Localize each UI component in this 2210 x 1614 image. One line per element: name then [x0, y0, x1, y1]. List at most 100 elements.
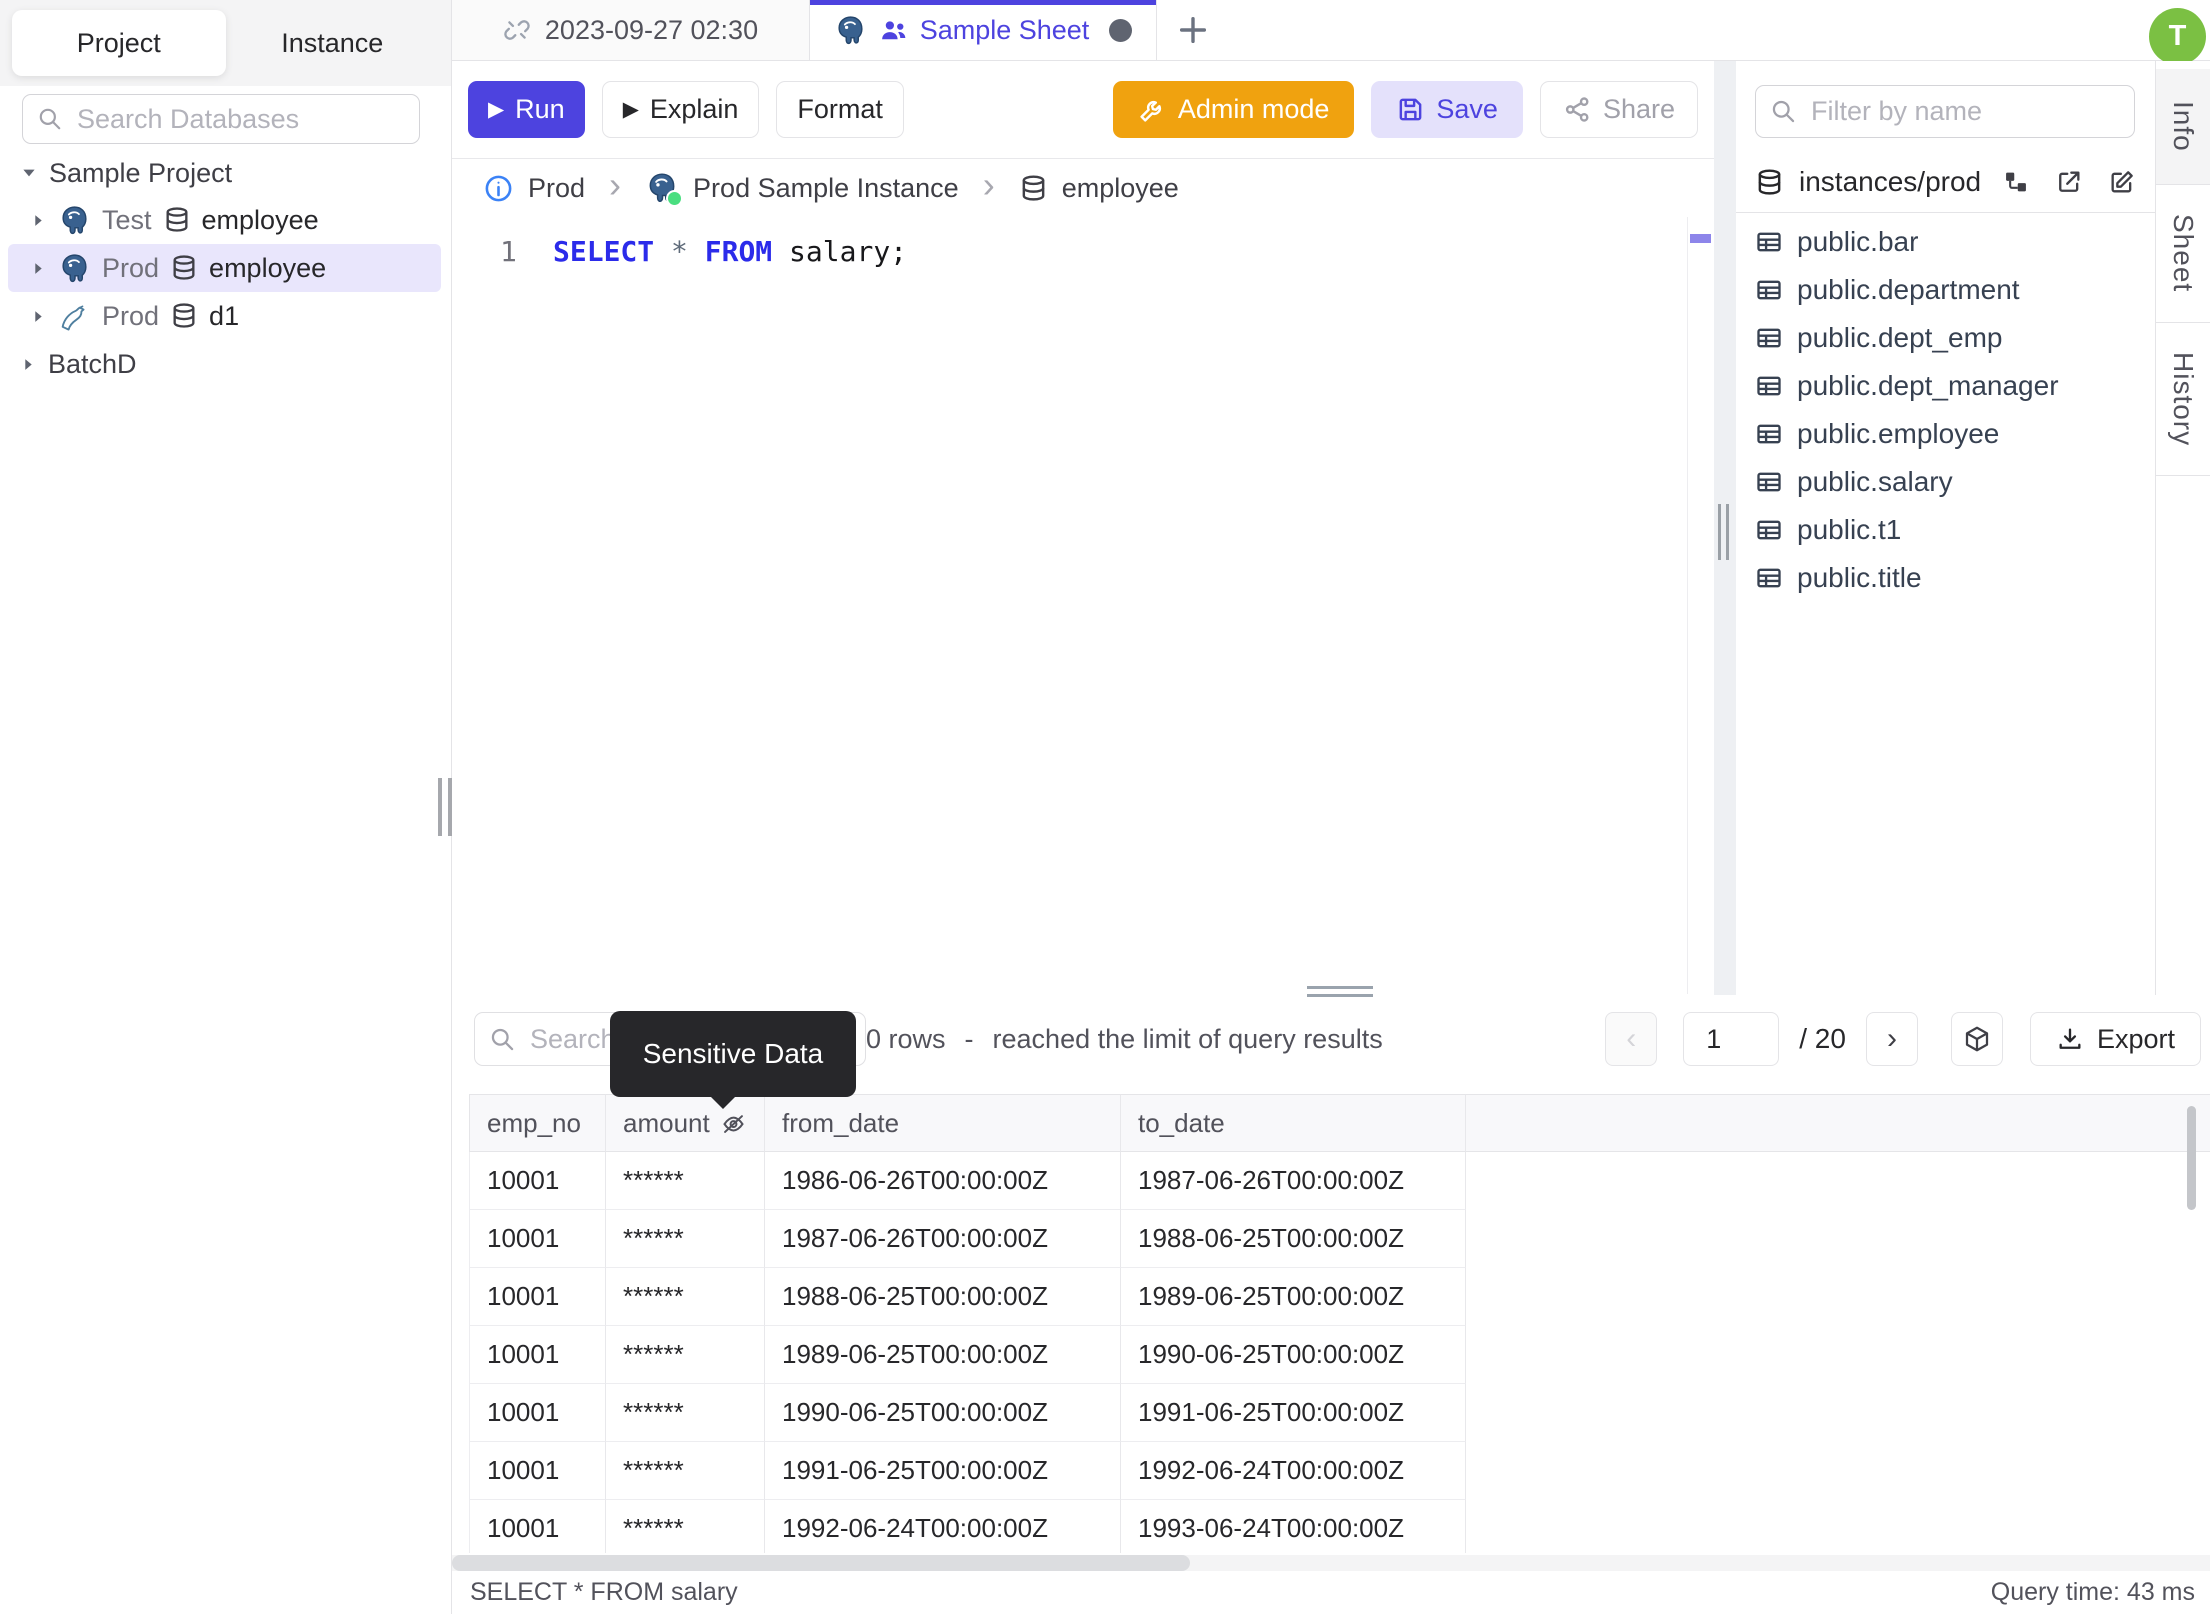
schema-sidebar: instances/prod public.bar public.departm…: [1736, 61, 2155, 995]
sidebar-mode-switcher: Project Instance: [0, 0, 451, 86]
table-list-item[interactable]: public.employee: [1736, 410, 2155, 458]
database-label: d1: [209, 300, 240, 331]
column-header[interactable]: to_date: [1121, 1094, 1466, 1152]
breadcrumb-instance[interactable]: Prod Sample Instance: [693, 173, 959, 204]
sql-keyword: SELECT: [553, 235, 655, 268]
tab-info[interactable]: Info: [2156, 69, 2210, 185]
results-panel: Sensitive Data 0 rows - reached the limi…: [452, 986, 2210, 1614]
database-label: employee: [201, 204, 319, 235]
table-row[interactable]: 10001 ****** 1992-06-24T00:00:00Z 1993-06-…: [469, 1500, 2210, 1553]
search-databases-input[interactable]: [75, 102, 405, 136]
results-summary: 0 rows - reached the limit of query resu…: [866, 1012, 1383, 1066]
filter-input[interactable]: [1809, 95, 2120, 128]
edit-icon[interactable]: [2108, 168, 2136, 196]
worksheet-tab-sample-sheet-active[interactable]: Sample Sheet: [810, 0, 1157, 60]
left-sidebar: Project Instance Sample Project Test emp…: [0, 0, 452, 1614]
batch-label: BatchD: [48, 348, 137, 379]
table-list-item[interactable]: public.dept_manager: [1736, 362, 2155, 410]
breadcrumb-database[interactable]: employee: [1062, 173, 1179, 204]
schema-path: instances/prod: [1799, 166, 1982, 197]
tree-node-prod-employee-selected[interactable]: Prod employee: [8, 244, 441, 292]
sql-keyword: FROM: [704, 235, 773, 268]
column-header[interactable]: from_date: [765, 1094, 1121, 1152]
vertical-scrollbar[interactable]: [2187, 1106, 2196, 1210]
share-icon: [1563, 95, 1592, 124]
search-icon: [1770, 98, 1797, 125]
table-list-item[interactable]: public.salary: [1736, 458, 2155, 506]
user-avatar[interactable]: T: [2149, 8, 2206, 65]
table-row[interactable]: 10001 ****** 1986-06-26T00:00:00Z 1987-06-…: [469, 1152, 2210, 1210]
right-panel-resize-handle[interactable]: [1718, 504, 1729, 560]
worksheet-tabbar: 2023-09-27 02:30 Sample Sheet T: [452, 0, 2210, 65]
sql-identifier: salary;: [772, 235, 908, 268]
table-list: public.bar public.department public.dept…: [1736, 218, 2155, 602]
tab-instance[interactable]: Instance: [226, 10, 440, 76]
wrench-icon: [1138, 95, 1167, 124]
chevron-right-icon: [30, 308, 47, 325]
admin-mode-button[interactable]: Admin mode: [1112, 81, 1355, 138]
tab-sheet[interactable]: Sheet: [2156, 185, 2210, 323]
format-button[interactable]: Format: [776, 81, 904, 138]
save-button[interactable]: Save: [1371, 81, 1523, 138]
worksheet-tab-timestamp[interactable]: 2023-09-27 02:30: [452, 0, 810, 60]
postgres-icon: [58, 204, 91, 237]
explain-button[interactable]: ▶ Explain: [601, 81, 760, 138]
box-icon: [1962, 1024, 1992, 1054]
export-button[interactable]: Export: [2029, 1012, 2201, 1066]
tree-node-project[interactable]: Sample Project: [0, 150, 449, 196]
database-icon: [1755, 168, 1784, 197]
search-databases-field[interactable]: [22, 94, 420, 144]
table-row[interactable]: 10001 ****** 1987-06-26T00:00:00Z 1988-06-…: [469, 1210, 2210, 1268]
breadcrumb: Prod › Prod Sample Instance › employee: [452, 159, 1714, 217]
unsaved-indicator-dot: [1109, 18, 1133, 42]
database-icon: [163, 206, 191, 234]
table-list-item[interactable]: public.dept_emp: [1736, 314, 2155, 362]
limit-note: reached the limit of query results: [992, 1023, 1383, 1054]
share-button[interactable]: Share: [1539, 81, 1698, 138]
next-page-button[interactable]: ›: [1865, 1012, 1918, 1066]
filter-field[interactable]: [1755, 85, 2135, 138]
column-header-amount[interactable]: amount: [606, 1094, 765, 1152]
eye-off-icon[interactable]: [720, 1110, 747, 1137]
table-list-item[interactable]: public.bar: [1736, 218, 2155, 266]
page-number-input[interactable]: [1683, 1012, 1780, 1066]
download-icon: [2056, 1025, 2084, 1053]
run-button[interactable]: ▶ Run: [468, 81, 585, 138]
info-circle-icon[interactable]: [483, 173, 514, 204]
table-list-item[interactable]: public.t1: [1736, 506, 2155, 554]
tab-project[interactable]: Project: [12, 10, 226, 76]
prev-page-button[interactable]: ‹: [1605, 1012, 1658, 1066]
schema-path-row: instances/prod: [1736, 153, 2155, 211]
table-row[interactable]: 10001 ****** 1989-06-25T00:00:00Z 1990-06-…: [469, 1326, 2210, 1384]
project-label: Sample Project: [49, 157, 233, 188]
results-resize-handle[interactable]: [1307, 986, 1373, 1002]
tree-node-prod-d1[interactable]: Prod d1: [0, 292, 449, 340]
tab-history[interactable]: History: [2156, 323, 2210, 476]
tree-node-test-employee[interactable]: Test employee: [0, 196, 449, 244]
search-icon: [37, 106, 63, 132]
horizontal-scrollbar[interactable]: [452, 1555, 2210, 1571]
editor-toolbar: ▶ Run ▶ Explain Format Admin mode Save S…: [452, 61, 1714, 159]
results-status-bar: SELECT * FROM salary Query time: 43 ms: [470, 1575, 2195, 1609]
table-row[interactable]: 10001 ****** 1991-06-25T00:00:00Z 1992-06-…: [469, 1442, 2210, 1500]
external-link-icon[interactable]: [2055, 168, 2083, 196]
table-list-item[interactable]: public.title: [1736, 554, 2155, 602]
pagination: ‹ / 20 › Export: [1605, 1012, 2201, 1066]
scrollbar-thumb[interactable]: [452, 1555, 1190, 1571]
sensitive-data-tooltip: Sensitive Data: [610, 1011, 856, 1109]
new-tab-button[interactable]: [1157, 0, 1229, 60]
table-icon: [1755, 372, 1783, 400]
schema-diagram-icon[interactable]: [2002, 168, 2030, 196]
column-header[interactable]: emp_no: [469, 1094, 606, 1152]
tree-node-batchd[interactable]: BatchD: [0, 340, 449, 388]
left-panel-resize-handle[interactable]: [438, 778, 452, 836]
sql-editor[interactable]: 1 SELECT * FROM salary;: [452, 217, 1714, 994]
editor-overview-ruler[interactable]: [1687, 217, 1714, 994]
breadcrumb-environment[interactable]: Prod: [528, 173, 585, 204]
data-box-button[interactable]: [1950, 1012, 2003, 1066]
table-row[interactable]: 10001 ****** 1990-06-25T00:00:00Z 1991-06-…: [469, 1384, 2210, 1442]
line-number: 1: [500, 235, 517, 268]
table-row[interactable]: 10001 ****** 1988-06-25T00:00:00Z 1989-06-…: [469, 1268, 2210, 1326]
instance-icon-wrap: [645, 171, 684, 207]
table-list-item[interactable]: public.department: [1736, 266, 2155, 314]
